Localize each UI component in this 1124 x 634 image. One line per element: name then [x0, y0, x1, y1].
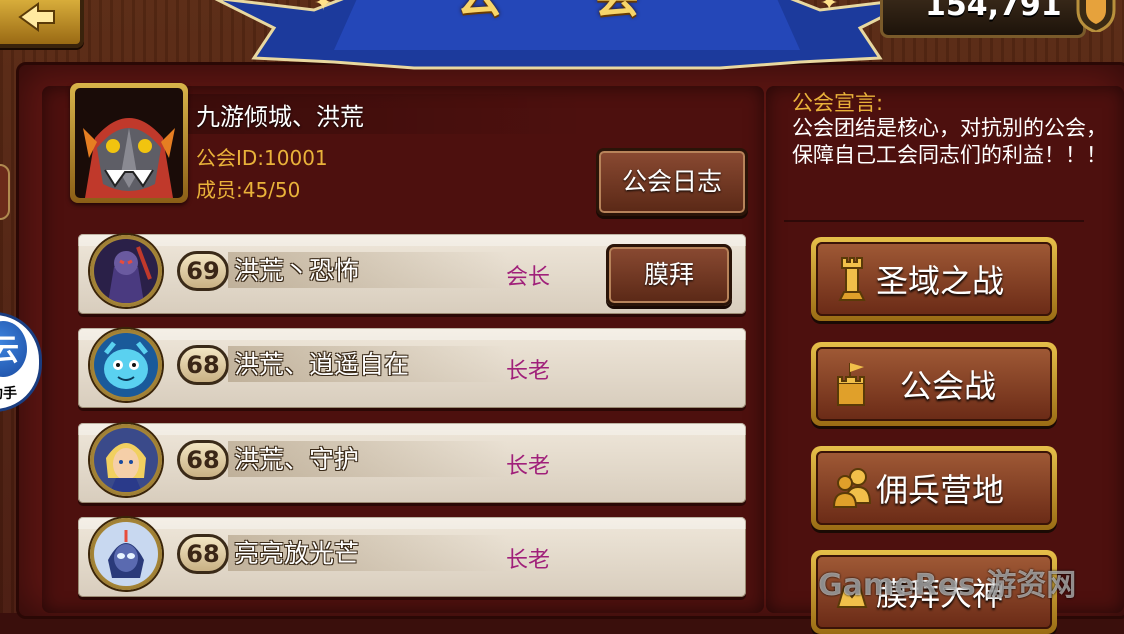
- guild-name: 九游倾城、洪荒: [196, 103, 364, 131]
- member-level: 69: [177, 251, 229, 291]
- blonde-hero-avatar-icon: [94, 428, 158, 492]
- flag-fortress-icon: [837, 363, 865, 406]
- guild-avatar: [70, 83, 188, 203]
- member-row[interactable]: 68 洪荒、逍遥自在 长老: [78, 328, 746, 408]
- back-button[interactable]: [0, 0, 84, 48]
- mercenary-camp-button[interactable]: 佣兵营地: [811, 446, 1057, 530]
- member-rank: 长老: [506, 548, 551, 573]
- member-row[interactable]: 68 亮亮放光芒 长老: [78, 517, 746, 597]
- member-row[interactable]: 69 洪荒丶恐怖 会长 膜拜: [78, 234, 746, 314]
- member-name: 洪荒丶恐怖: [234, 256, 360, 285]
- people-icon: [832, 468, 872, 508]
- member-rank: 会长: [506, 265, 551, 290]
- gold-amount: 154,791: [925, 0, 1062, 23]
- member-name: 亮亮放光芒: [234, 539, 360, 568]
- member-avatar: [90, 518, 162, 590]
- tower-icon: [838, 257, 866, 301]
- member-rank: 长老: [506, 359, 551, 384]
- title-banner: ✦ ✦ 公 会: [214, 0, 920, 70]
- manifesto-title: 公会宣言:: [792, 91, 884, 115]
- watermark: GameRes 游资网: [818, 568, 1077, 603]
- member-level: 68: [177, 345, 229, 385]
- member-name: 洪荒、守护: [234, 445, 360, 474]
- member-level: 68: [177, 534, 229, 574]
- guild-war-button[interactable]: 公会战: [811, 342, 1057, 426]
- blue-creature-avatar-icon: [94, 333, 158, 397]
- holy-war-label: 圣域之战: [876, 262, 1005, 300]
- member-avatar: [90, 235, 162, 307]
- member-avatar: [90, 424, 162, 496]
- member-rank: 长老: [506, 454, 551, 479]
- back-arrow-icon: [18, 2, 55, 32]
- manifesto-text: 公会团结是核心，对抗别的公会，保障自己工会同志们的利益！！！: [792, 116, 1107, 167]
- guild-member-count: 成员:45/50: [196, 178, 301, 202]
- robot-hero-avatar-icon: [94, 522, 158, 586]
- page-title: 公 会: [214, 0, 920, 26]
- side-tab[interactable]: [0, 164, 10, 220]
- guild-log-button[interactable]: 公会日志: [596, 148, 748, 216]
- member-avatar: [90, 329, 162, 401]
- guild-id: 公会ID:10001: [196, 146, 328, 170]
- mercenary-camp-label: 佣兵营地: [876, 471, 1005, 509]
- guild-emblem-icon: [75, 88, 183, 198]
- member-name: 洪荒、逍遥自在: [234, 350, 410, 379]
- member-level: 68: [177, 440, 229, 480]
- dark-knight-avatar-icon: [94, 239, 158, 303]
- holy-war-button[interactable]: 圣域之战: [811, 237, 1057, 321]
- member-row[interactable]: 68 洪荒、守护 长老: [78, 423, 746, 503]
- guild-war-label: 公会战: [900, 367, 997, 405]
- worship-button[interactable]: 膜拜: [606, 244, 732, 306]
- divider: [784, 220, 1084, 222]
- shield-icon[interactable]: [1072, 0, 1120, 32]
- assistant-badge-label: 助手: [0, 386, 17, 402]
- assistant-badge-char: 云: [0, 325, 19, 369]
